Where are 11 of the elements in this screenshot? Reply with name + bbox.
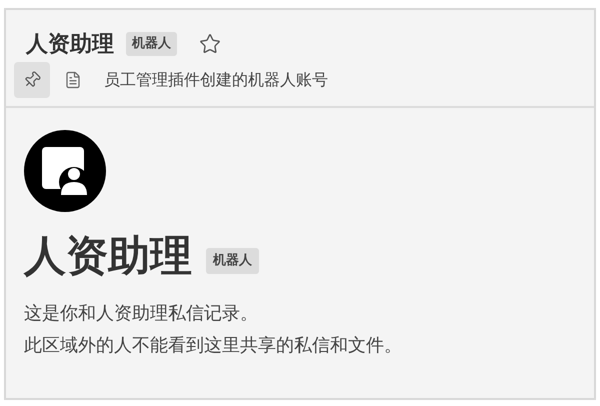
bot-tag: 机器人 bbox=[206, 248, 259, 274]
document-icon bbox=[64, 71, 82, 89]
star-button[interactable] bbox=[199, 33, 221, 55]
intro-text: 此区域外的人不能看到这里共享的私信和文件。 bbox=[24, 334, 403, 358]
intro-title: 人资助理 bbox=[24, 230, 192, 282]
intro-text: 这是你和人资助理私信记录。 bbox=[24, 302, 259, 326]
bot-tag: 机器人 bbox=[126, 32, 177, 56]
bot-avatar-icon bbox=[24, 130, 106, 212]
pin-button[interactable] bbox=[14, 62, 50, 98]
channel-description: 员工管理插件创建的机器人账号 bbox=[104, 69, 328, 91]
channel-title: 人资助理 bbox=[26, 30, 114, 58]
